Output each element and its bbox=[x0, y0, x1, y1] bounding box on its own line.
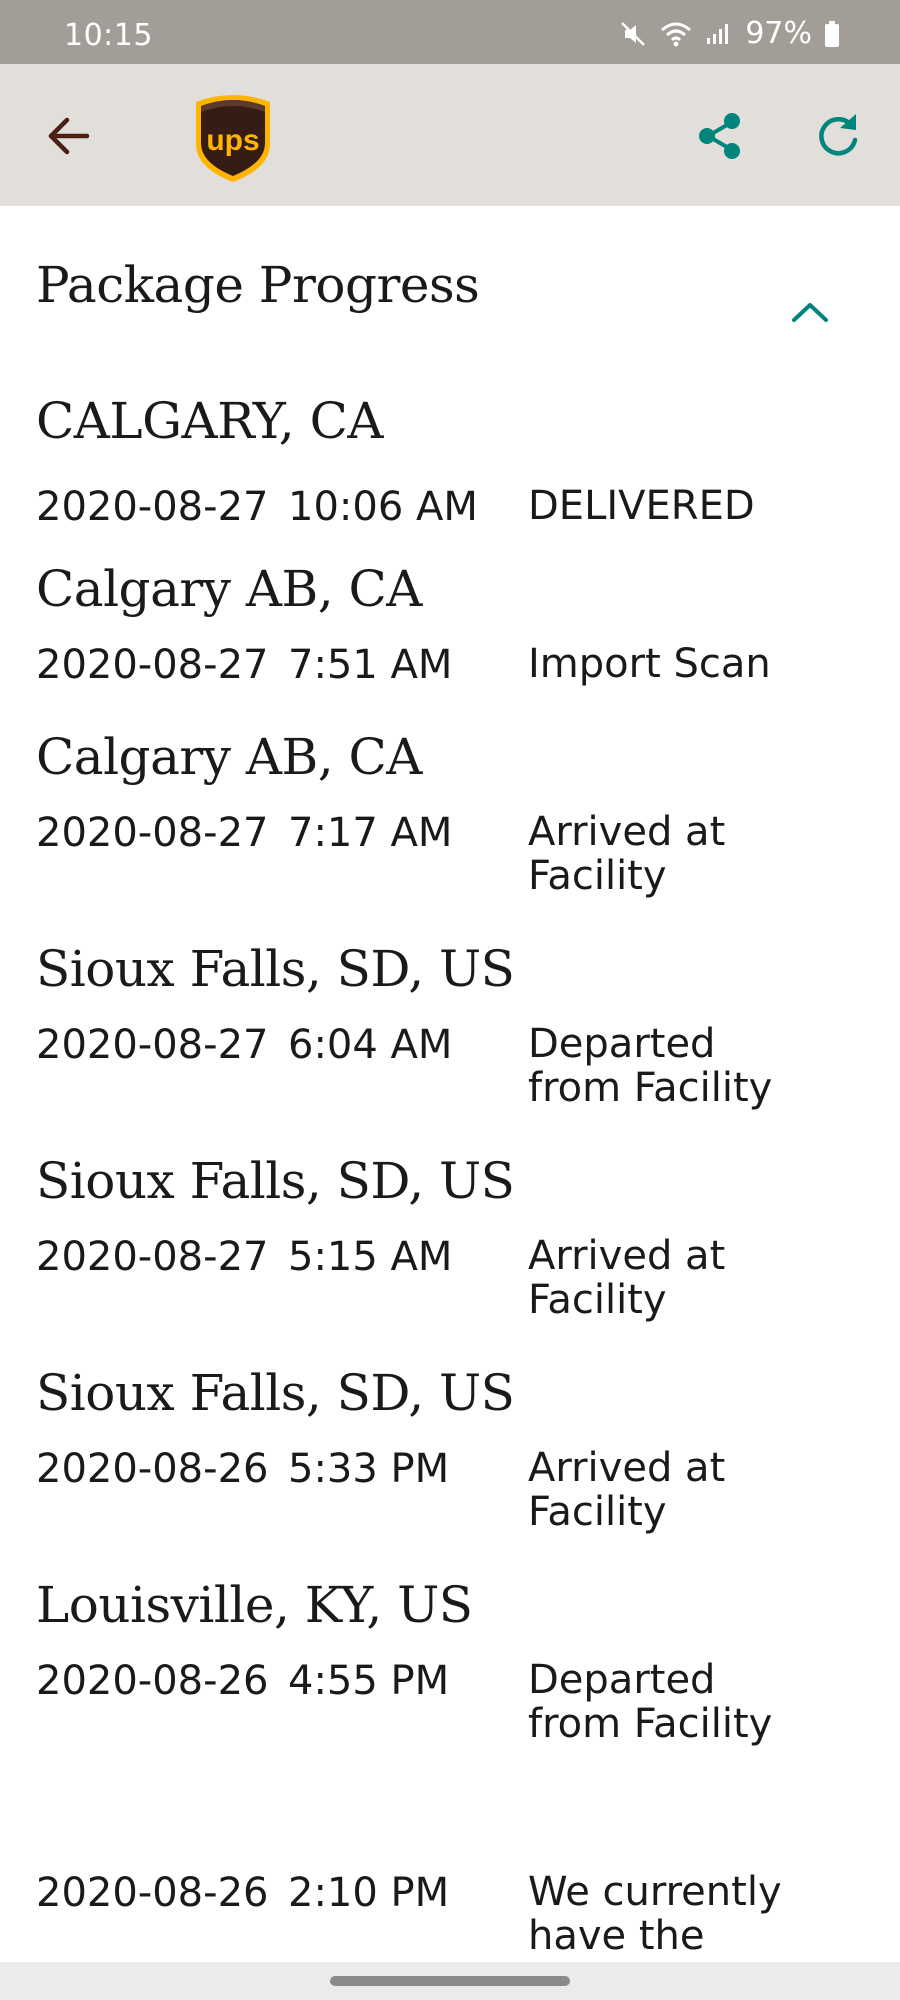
event-status-line: from Facility bbox=[528, 1701, 773, 1747]
ups-logo: ups bbox=[192, 88, 274, 184]
gesture-nav-bar bbox=[0, 1962, 900, 2000]
event-time: 6:04 AM bbox=[288, 1022, 453, 1068]
event-status-line: Arrived at bbox=[528, 1445, 726, 1491]
event-status-line: Arrived at bbox=[528, 809, 726, 855]
share-button[interactable] bbox=[682, 100, 758, 176]
event-status: Arrived at Facility bbox=[528, 1446, 868, 1534]
event-time: 5:33 PM bbox=[288, 1446, 450, 1492]
event-location: Sioux Falls, SD, US bbox=[36, 940, 515, 998]
event-date: 2020-08-27 bbox=[36, 1234, 269, 1280]
event-time: 10:06 AM bbox=[288, 484, 478, 530]
event-status: Departed from Facility bbox=[528, 1658, 868, 1746]
mute-icon bbox=[619, 20, 647, 48]
event-status: Departed from Facility bbox=[528, 1022, 868, 1110]
event-status: Import Scan bbox=[528, 642, 868, 686]
event-time: 2:10 PM bbox=[288, 1870, 450, 1916]
event-time: 4:55 PM bbox=[288, 1658, 450, 1704]
status-icons: 97% bbox=[619, 16, 840, 51]
signal-icon bbox=[705, 20, 733, 48]
chevron-up-icon[interactable] bbox=[784, 286, 836, 338]
event-status-line: Departed bbox=[528, 1657, 716, 1703]
event-status-line: DELIVERED bbox=[528, 483, 755, 529]
wifi-icon bbox=[659, 20, 693, 48]
event-location: Calgary AB, CA bbox=[36, 728, 422, 786]
event-status-line: from Facility bbox=[528, 1065, 773, 1111]
share-icon bbox=[694, 110, 746, 167]
event-status-line: Facility bbox=[528, 1277, 667, 1323]
event-status: We currently have the bbox=[528, 1870, 868, 1958]
event-date: 2020-08-27 bbox=[36, 642, 269, 688]
event-date: 2020-08-26 bbox=[36, 1870, 269, 1916]
event-location: Sioux Falls, SD, US bbox=[36, 1152, 515, 1210]
status-bar: 10:15 97% bbox=[0, 0, 900, 64]
event-date: 2020-08-27 bbox=[36, 1022, 269, 1068]
home-indicator[interactable] bbox=[330, 1976, 570, 1986]
event-location: CALGARY, CA bbox=[36, 392, 383, 450]
event-date: 2020-08-27 bbox=[36, 810, 269, 856]
ups-logo-text: ups bbox=[206, 124, 259, 157]
event-status-line: Import Scan bbox=[528, 641, 771, 687]
refresh-button[interactable] bbox=[800, 100, 876, 176]
package-progress-panel: Package Progress CALGARY, CA 2020-08-27 … bbox=[0, 206, 900, 1962]
battery-icon bbox=[824, 20, 840, 48]
event-status: DELIVERED bbox=[528, 484, 868, 528]
battery-percent: 97% bbox=[745, 16, 812, 51]
event-status-line: Facility bbox=[528, 853, 667, 899]
event-status-line: Facility bbox=[528, 1489, 667, 1535]
event-time: 7:17 AM bbox=[288, 810, 453, 856]
event-location: Calgary AB, CA bbox=[36, 560, 422, 618]
event-date: 2020-08-26 bbox=[36, 1658, 269, 1704]
event-status-line: Departed bbox=[528, 1021, 716, 1067]
status-time: 10:15 bbox=[64, 18, 153, 53]
event-time: 5:15 AM bbox=[288, 1234, 453, 1280]
app-bar: ups bbox=[0, 64, 900, 206]
refresh-icon bbox=[812, 110, 864, 167]
event-status: Arrived at Facility bbox=[528, 1234, 868, 1322]
event-date: 2020-08-26 bbox=[36, 1446, 269, 1492]
event-date: 2020-08-27 bbox=[36, 484, 269, 530]
event-location: Louisville, KY, US bbox=[36, 1576, 473, 1634]
event-status-line: have the bbox=[528, 1913, 705, 1959]
section-title: Package Progress bbox=[36, 256, 480, 314]
event-status-line: Arrived at bbox=[528, 1233, 726, 1279]
event-status: Arrived at Facility bbox=[528, 810, 868, 898]
event-status-line: We currently bbox=[528, 1869, 782, 1915]
event-location: Sioux Falls, SD, US bbox=[36, 1364, 515, 1422]
event-time: 7:51 AM bbox=[288, 642, 453, 688]
package-progress-header[interactable]: Package Progress bbox=[0, 206, 900, 356]
back-button[interactable] bbox=[30, 100, 106, 176]
arrow-left-icon bbox=[45, 113, 91, 164]
